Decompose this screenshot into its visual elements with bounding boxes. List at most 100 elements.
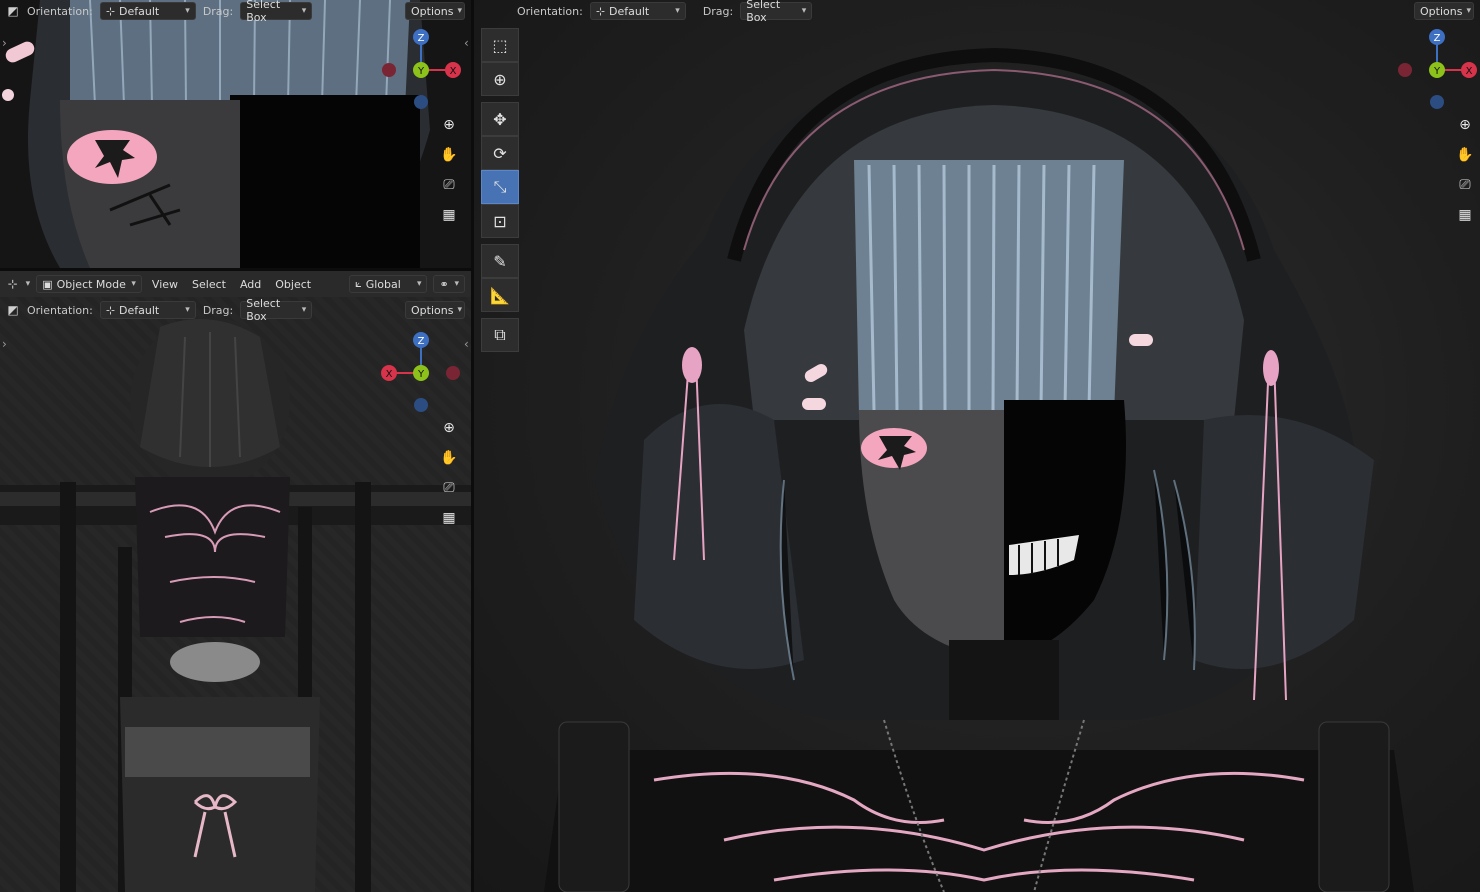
gizmo-x-label: X — [386, 369, 393, 380]
add-cube-icon: ⧉ — [494, 325, 506, 344]
chevron-down-icon: ▾ — [1466, 6, 1471, 16]
object-mode-icon: ▣ — [42, 277, 53, 291]
gizmo-z-label: Z — [1434, 33, 1441, 44]
scale-icon: ⤡ — [493, 177, 507, 196]
viewport-bottom-left[interactable]: ◩ Orientation: ⊹ Default ▾ Drag: Select … — [0, 297, 471, 892]
viewport-top-left[interactable]: ◩ Orientation: ⊹ Default ▾ Drag: Select … — [0, 0, 471, 268]
measure-icon: 📐 — [490, 285, 510, 305]
chevron-down-icon: ▾ — [131, 279, 136, 289]
drag-value: Select Box — [746, 0, 781, 24]
drag-dropdown[interactable]: Select Box ▾ — [740, 0, 813, 24]
orientation-value: Default — [119, 4, 160, 18]
camera-icon[interactable]: ⎚ — [1454, 174, 1476, 196]
zoom-icon[interactable]: ⊕ — [438, 417, 460, 439]
drag-dropdown[interactable]: Select Box ▾ — [240, 0, 313, 24]
viewport-shading-icon[interactable]: ◩ — [6, 4, 20, 18]
pan-hand-icon[interactable]: ✋ — [1454, 144, 1476, 166]
grid-icon[interactable]: ▦ — [438, 204, 460, 226]
chevron-down-icon: ▾ — [416, 279, 422, 289]
scale-tool[interactable]: ⤡ — [481, 170, 519, 204]
chevron-down-icon: ▾ — [301, 305, 307, 315]
annotate-tool[interactable]: ✎ — [481, 244, 519, 278]
gizmo-z-label: Z — [418, 33, 425, 44]
transform-orientation-value: Global — [365, 277, 401, 291]
orientation-label: Orientation: — [517, 4, 583, 18]
chevron-down-icon: ▾ — [457, 305, 462, 315]
mode-dropdown[interactable]: ▣ Object Mode ▾ — [36, 275, 142, 293]
add-cube-tool[interactable]: ⧉ — [481, 318, 519, 352]
camera-icon[interactable]: ⎚ — [438, 174, 460, 196]
rotate-icon: ⟳ — [493, 143, 507, 163]
chevron-down-icon: ▾ — [801, 6, 807, 16]
chevron-down-icon: ▾ — [25, 279, 31, 289]
orientation-dropdown[interactable]: ⊹ Default ▾ — [99, 2, 196, 20]
chevron-down-icon: ▾ — [185, 305, 190, 315]
measure-tool[interactable]: 📐 — [481, 278, 519, 312]
toolbar-expand-arrow[interactable]: › — [2, 36, 7, 50]
move-icon: ✥ — [493, 109, 507, 129]
orientation-value: Default — [609, 4, 650, 18]
gizmo-y-label: Y — [417, 66, 425, 77]
options-label: Options — [411, 303, 454, 317]
viewport-header-main: Orientation: ⊹ Default ▾ Drag: Select Bo… — [474, 0, 1480, 24]
gizmo-z-label: Z — [418, 336, 425, 347]
viewport-shading-icon[interactable]: ◩ — [6, 303, 20, 317]
zoom-icon[interactable]: ⊕ — [1454, 114, 1476, 136]
menu-view[interactable]: View — [148, 278, 182, 291]
navigation-gizmo[interactable]: Z Y X — [376, 328, 466, 418]
pan-hand-icon[interactable]: ✋ — [438, 447, 460, 469]
tool-shelf: ⬚ ⊕ ✥ ⟳ ⤡ ⊡ ✎ 📐 ⧉ — [481, 28, 519, 352]
viewport-header-bottom-left: ◩ Orientation: ⊹ Default ▾ Drag: Select … — [0, 297, 471, 323]
move-tool[interactable]: ✥ — [481, 102, 519, 136]
orientation-dropdown[interactable]: ⊹ Default ▾ — [589, 2, 686, 20]
grid-icon[interactable]: ▦ — [438, 507, 460, 529]
orientation-dropdown[interactable]: ⊹ Default ▾ — [99, 301, 196, 319]
annotate-icon: ✎ — [493, 251, 507, 271]
mode-value: Object Mode — [56, 277, 126, 291]
menu-object[interactable]: Object — [271, 278, 315, 291]
select-box-icon: ⬚ — [492, 35, 508, 55]
navigation-gizmo[interactable]: Z Y X — [1392, 25, 1480, 115]
transform-tool[interactable]: ⊡ — [481, 204, 519, 238]
menu-select[interactable]: Select — [188, 278, 230, 291]
link-icon: ⚭ — [439, 277, 449, 291]
orientation-label: Orientation: — [27, 303, 93, 317]
drag-label: Drag: — [702, 4, 734, 18]
pan-hand-icon[interactable]: ✋ — [438, 144, 460, 166]
chevron-down-icon: ▾ — [675, 6, 680, 16]
options-dropdown[interactable]: Options ▾ — [1414, 2, 1474, 20]
transform-icon: ⊡ — [493, 211, 507, 231]
gizmo-y-label: Y — [1433, 66, 1441, 77]
gizmo-x-label: X — [1466, 66, 1473, 77]
drag-label: Drag: — [202, 4, 234, 18]
toolbar-expand-arrow[interactable]: › — [2, 337, 7, 351]
editor-type-icon[interactable]: ⊹ — [6, 277, 20, 291]
pivot-dropdown[interactable]: ⚭ ▾ — [433, 275, 466, 293]
cursor-icon: ⊕ — [493, 69, 507, 89]
drag-label: Drag: — [202, 303, 234, 317]
orientation-label: Orientation: — [27, 4, 93, 18]
options-dropdown[interactable]: Options ▾ — [405, 2, 465, 20]
editor-header: ⊹ ▾ ▣ Object Mode ▾ View Select Add Obje… — [0, 271, 471, 297]
navigation-controls: ⊕ ✋ ⎚ ▦ — [1454, 114, 1476, 226]
drag-dropdown[interactable]: Select Box ▾ — [240, 297, 313, 323]
viewport-main[interactable]: Orientation: ⊹ Default ▾ Drag: Select Bo… — [474, 0, 1480, 892]
grid-icon[interactable]: ▦ — [1454, 204, 1476, 226]
drag-value: Select Box — [246, 297, 281, 323]
menu-add[interactable]: Add — [236, 278, 265, 291]
navigation-gizmo[interactable]: Z Y X — [376, 25, 466, 115]
drag-value: Select Box — [246, 0, 281, 24]
select-box-tool[interactable]: ⬚ — [481, 28, 519, 62]
scene-render-main — [544, 47, 1414, 892]
zoom-icon[interactable]: ⊕ — [438, 114, 460, 136]
orientation-axes-icon: ⊹ — [105, 4, 116, 18]
transform-orientation-icon: ⟀ — [355, 277, 362, 290]
gizmo-y-label: Y — [417, 369, 425, 380]
camera-icon[interactable]: ⎚ — [438, 477, 460, 499]
options-dropdown[interactable]: Options ▾ — [405, 301, 465, 319]
cursor-tool[interactable]: ⊕ — [481, 62, 519, 96]
rotate-tool[interactable]: ⟳ — [481, 136, 519, 170]
transform-orientation-dropdown[interactable]: ⟀ Global ▾ — [349, 275, 428, 293]
navigation-controls: ⊕ ✋ ⎚ ▦ — [438, 417, 460, 529]
chevron-down-icon: ▾ — [457, 6, 462, 16]
